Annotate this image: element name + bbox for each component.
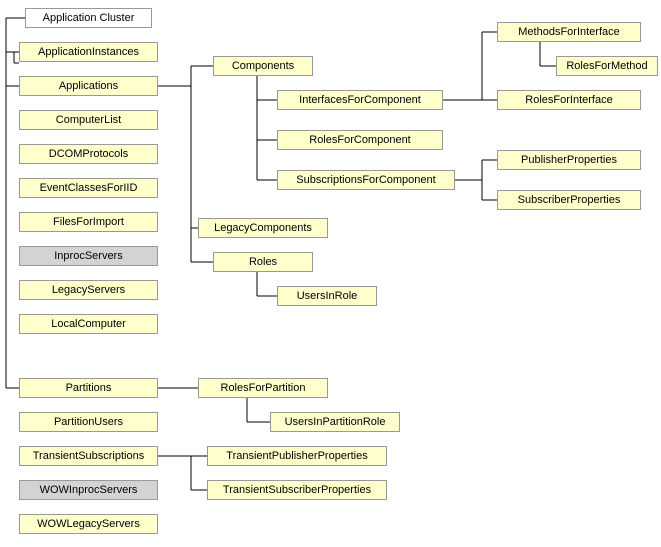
- node-methods-for-interface[interactable]: MethodsForInterface: [497, 22, 641, 42]
- node-application-instances[interactable]: ApplicationInstances: [19, 42, 158, 62]
- node-roles-for-method[interactable]: RolesForMethod: [556, 56, 658, 76]
- node-wow-legacy-servers[interactable]: WOWLegacyServers: [19, 514, 158, 534]
- node-inproc-servers[interactable]: InprocServers: [19, 246, 158, 266]
- node-interfaces-for-component[interactable]: InterfacesForComponent: [277, 90, 443, 110]
- node-transient-subscriber-properties[interactable]: TransientSubscriberProperties: [207, 480, 387, 500]
- node-transient-publisher-properties[interactable]: TransientPublisherProperties: [207, 446, 387, 466]
- node-computer-list[interactable]: ComputerList: [19, 110, 158, 130]
- node-roles-for-partition[interactable]: RolesForPartition: [198, 378, 328, 398]
- node-partition-users[interactable]: PartitionUsers: [19, 412, 158, 432]
- node-components[interactable]: Components: [213, 56, 313, 76]
- node-subscriber-properties[interactable]: SubscriberProperties: [497, 190, 641, 210]
- node-transient-subscriptions[interactable]: TransientSubscriptions: [19, 446, 158, 466]
- node-legacy-servers[interactable]: LegacyServers: [19, 280, 158, 300]
- node-legacy-components[interactable]: LegacyComponents: [198, 218, 328, 238]
- node-users-in-role[interactable]: UsersInRole: [277, 286, 377, 306]
- node-application-cluster[interactable]: Application Cluster: [25, 8, 152, 28]
- node-roles[interactable]: Roles: [213, 252, 313, 272]
- node-users-in-partition-role[interactable]: UsersInPartitionRole: [270, 412, 400, 432]
- node-partitions[interactable]: Partitions: [19, 378, 158, 398]
- node-publisher-properties[interactable]: PublisherProperties: [497, 150, 641, 170]
- node-files-for-import[interactable]: FilesForImport: [19, 212, 158, 232]
- node-applications[interactable]: Applications: [19, 76, 158, 96]
- node-local-computer[interactable]: LocalComputer: [19, 314, 158, 334]
- node-roles-for-component[interactable]: RolesForComponent: [277, 130, 443, 150]
- node-wow-inproc-servers[interactable]: WOWInprocServers: [19, 480, 158, 500]
- node-subscriptions-for-component[interactable]: SubscriptionsForComponent: [277, 170, 455, 190]
- node-event-classes-for-iid[interactable]: EventClassesForIID: [19, 178, 158, 198]
- node-dcom-protocols[interactable]: DCOMProtocols: [19, 144, 158, 164]
- node-roles-for-interface[interactable]: RolesForInterface: [497, 90, 641, 110]
